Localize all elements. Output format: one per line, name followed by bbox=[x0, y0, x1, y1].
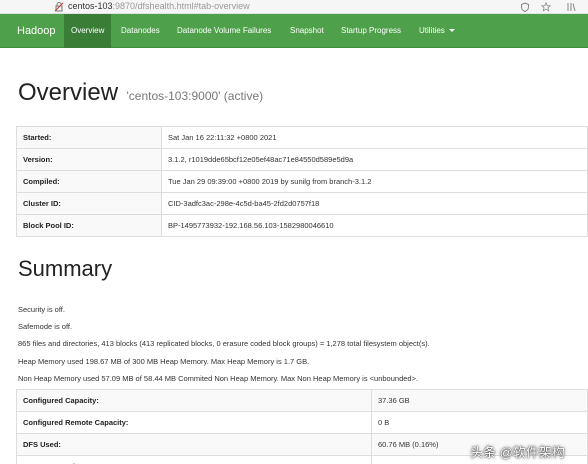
library-icon[interactable] bbox=[566, 2, 576, 12]
overview-title: Overview bbox=[18, 79, 119, 106]
table-row: Version: 3.1.2, r1019dde65bcf12e05ef48ac… bbox=[16, 148, 588, 171]
table-value: BP-1495773932-192.168.56.103-15829800466… bbox=[161, 214, 588, 237]
nav-item-utilities[interactable]: Utilities bbox=[412, 14, 462, 48]
safemode-status-text: Safemode is off. bbox=[18, 322, 73, 331]
filesystem-objects-text: 865 files and directories, 413 blocks (4… bbox=[18, 339, 430, 348]
url-host: centos-103 bbox=[68, 1, 113, 11]
table-value: 0 B bbox=[371, 411, 588, 434]
chevron-down-icon bbox=[448, 29, 455, 33]
summary-title: Summary bbox=[18, 256, 113, 281]
table-key: Configured Remote Capacity: bbox=[16, 411, 372, 434]
table-value: 37.36 GB bbox=[371, 389, 588, 412]
nav-item-snapshot[interactable]: Snapshot bbox=[283, 14, 331, 48]
table-row: Compiled: Tue Jan 29 09:39:00 +0800 2019… bbox=[16, 170, 588, 193]
table-value: Tue Jan 29 09:39:00 +0800 2019 by sunilg… bbox=[161, 170, 588, 193]
table-key: Version: bbox=[16, 148, 162, 171]
table-key: Block Pool ID: bbox=[16, 214, 162, 237]
nav-item-datanode-volume-failures[interactable]: Datanode Volume Failures bbox=[170, 14, 278, 48]
security-status-text: Security is off. bbox=[18, 305, 65, 314]
url-path: :9870/dfshealth.html#tab-overview bbox=[112, 1, 250, 11]
overview-subtitle: 'centos-103:9000' (active) bbox=[126, 89, 264, 103]
nav-item-datanodes[interactable]: Datanodes bbox=[114, 14, 167, 48]
browser-url-bar[interactable]: centos-103:9870/dfshealth.html#tab-overv… bbox=[0, 0, 588, 14]
overview-heading: Overview 'centos-103:9000' (active) bbox=[18, 79, 263, 107]
table-key: Started: bbox=[16, 126, 162, 149]
overview-table: Started: Sat Jan 16 22:11:32 +0800 2021 … bbox=[16, 126, 588, 237]
table-row: Cluster ID: CID-3adfc3ac-298e-4c5d-ba45-… bbox=[16, 192, 588, 215]
table-row: Configured Remote Capacity: 0 B bbox=[16, 411, 588, 434]
navbar: Hadoop Overview Datanodes Datanode Volum… bbox=[0, 14, 588, 48]
table-row: Configured Capacity: 37.36 GB bbox=[16, 389, 588, 412]
shield-icon[interactable] bbox=[520, 2, 530, 12]
table-row: Block Pool ID: BP-1495773932-192.168.56.… bbox=[16, 214, 588, 237]
table-value: CID-3adfc3ac-298e-4c5d-ba45-2fd2d0757f18 bbox=[161, 192, 588, 215]
table-value: 3.1.2, r1019dde65bcf12e05ef48ac71e84550d… bbox=[161, 148, 588, 171]
table-value: Sat Jan 16 22:11:32 +0800 2021 bbox=[161, 126, 588, 149]
table-key: Compiled: bbox=[16, 170, 162, 193]
url-text[interactable]: centos-103:9870/dfshealth.html#tab-overv… bbox=[68, 1, 250, 11]
table-key: DFS Used: bbox=[16, 433, 372, 456]
nav-item-utilities-label: Utilities bbox=[419, 26, 445, 35]
table-key: Configured Capacity: bbox=[16, 389, 372, 412]
nav-item-startup-progress[interactable]: Startup Progress bbox=[334, 14, 408, 48]
table-key: Cluster ID: bbox=[16, 192, 162, 215]
watermark: 头条 @软件架构 bbox=[470, 445, 565, 460]
nav-item-overview[interactable]: Overview bbox=[64, 14, 112, 48]
non-heap-memory-text: Non Heap Memory used 57.09 MB of 58.44 M… bbox=[18, 374, 419, 383]
table-key: Non DFS Used: bbox=[16, 455, 372, 464]
heap-memory-text: Heap Memory used 198.67 MB of 300 MB Hea… bbox=[18, 357, 310, 366]
table-row: Started: Sat Jan 16 22:11:32 +0800 2021 bbox=[16, 126, 588, 149]
insecure-connection-icon[interactable] bbox=[54, 2, 64, 12]
bookmark-star-icon[interactable] bbox=[541, 2, 551, 12]
brand-label[interactable]: Hadoop bbox=[17, 25, 56, 37]
